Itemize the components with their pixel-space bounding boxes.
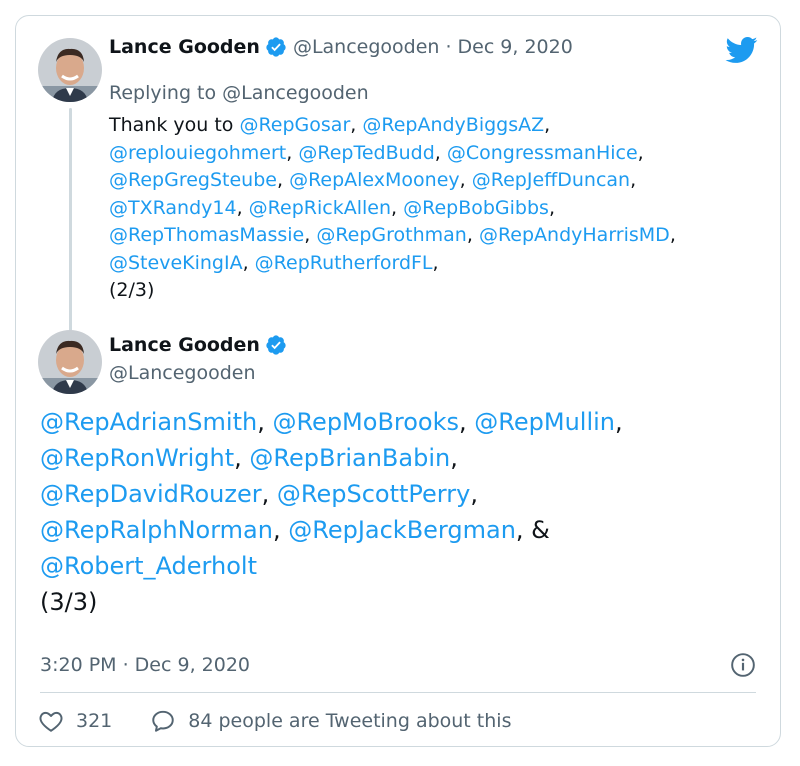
text-segment: ,	[470, 480, 478, 508]
text-segment: ,	[450, 444, 458, 472]
tweet1-text: Thank you to @RepGosar, @RepAndyBiggsAZ,…	[109, 112, 769, 305]
tweet2-header: Lance Gooden	[109, 334, 287, 356]
mention-link[interactable]: @RepAndyBiggsAZ	[362, 114, 544, 136]
mention-link[interactable]: @RepJackBergman	[288, 516, 516, 544]
tweet-date[interactable]: Dec 9, 2020	[458, 36, 573, 58]
text-line: @RepGregSteube, @RepAlexMooney, @RepJeff…	[109, 167, 769, 195]
text-segment: ,	[432, 251, 439, 274]
replying-prefix: Replying to	[109, 82, 223, 104]
mention-link[interactable]: @RepRutherfordFL	[255, 252, 433, 274]
text-segment: (2/3)	[109, 279, 155, 301]
mention-link[interactable]: @SteveKingIA	[109, 252, 243, 274]
text-line: @RepRalphNorman, @RepJackBergman, &	[40, 512, 760, 548]
text-segment: ,	[630, 169, 637, 191]
thread-connector-line	[69, 108, 72, 332]
text-segment: ,	[434, 141, 447, 164]
text-line: @SteveKingIA, @RepRutherfordFL,	[109, 250, 769, 278]
text-segment: , &	[515, 516, 550, 544]
text-line: @RepDavidRouzer, @RepScottPerry,	[40, 476, 760, 512]
conversation-action[interactable]: 84 people are Tweeting about this	[150, 708, 511, 734]
text-segment: ,	[615, 408, 623, 436]
mention-link[interactable]: @RepDavidRouzer	[40, 480, 262, 508]
separator-dot: ·	[445, 36, 452, 58]
tweet1-header: Lance Gooden @Lancegooden · Dec 9, 2020	[109, 36, 573, 58]
handle[interactable]: @Lancegooden	[293, 36, 440, 58]
text-segment: ,	[234, 444, 250, 472]
twitter-bird-icon[interactable]	[724, 36, 758, 64]
mention-link[interactable]: @RepBobGibbs	[403, 197, 549, 219]
text-segment: Thank you to	[109, 114, 240, 136]
handle[interactable]: @Lancegooden	[109, 362, 256, 384]
text-segment: ,	[548, 196, 555, 219]
text-line: @RepAdrianSmith, @RepMoBrooks, @RepMulli…	[40, 404, 760, 440]
info-icon[interactable]	[730, 652, 756, 678]
text-segment: ,	[637, 141, 644, 164]
heart-icon[interactable]	[38, 708, 64, 734]
mention-link[interactable]: @replouiegohmert	[109, 142, 286, 164]
text-segment: ,	[236, 196, 249, 219]
avatar[interactable]	[38, 38, 102, 102]
mention-link[interactable]: @RepAndyHarrisMD	[479, 224, 670, 246]
text-line: @TXRandy14, @RepRickAllen, @RepBobGibbs,	[109, 195, 769, 223]
text-segment: ,	[466, 224, 479, 246]
mention-link[interactable]: @CongressmanHice	[447, 142, 638, 164]
text-segment: ,	[261, 480, 277, 508]
mention-link[interactable]: @RepRonWright	[40, 444, 234, 472]
mention-link[interactable]: @TXRandy14	[109, 197, 237, 219]
mention-link[interactable]: @RepBrianBabin	[249, 444, 450, 472]
mention-link[interactable]: @RepThomasMassie	[109, 224, 304, 246]
tweet-embed-card: Lance Gooden @Lancegooden · Dec 9, 2020 …	[15, 15, 781, 747]
mention-link[interactable]: @Robert_Aderholt	[40, 552, 257, 580]
mention-link[interactable]: @RepAdrianSmith	[40, 408, 257, 436]
display-name[interactable]: Lance Gooden	[109, 334, 260, 356]
divider	[40, 692, 756, 693]
mention-link[interactable]: @RepMullin	[474, 408, 615, 436]
text-segment: ,	[459, 408, 475, 436]
like-action[interactable]: 321	[38, 708, 112, 734]
text-segment: ,	[391, 196, 404, 219]
text-segment: ,	[304, 224, 317, 246]
text-line: @Robert_Aderholt	[40, 548, 760, 584]
mention-link[interactable]: @RepRickAllen	[249, 197, 391, 219]
tweet2-text: @RepAdrianSmith, @RepMoBrooks, @RepMulli…	[40, 404, 760, 620]
text-segment: ,	[669, 224, 676, 246]
text-segment: ,	[286, 141, 299, 164]
like-count: 321	[76, 710, 113, 732]
text-segment: ,	[242, 251, 255, 274]
mention-link[interactable]: @RepGrothman	[316, 224, 467, 246]
text-line: (2/3)	[109, 277, 769, 305]
text-line: (3/3)	[40, 584, 760, 620]
text-line: @RepThomasMassie, @RepGrothman, @RepAndy…	[109, 222, 769, 250]
mention-link[interactable]: @RepAlexMooney	[289, 169, 460, 191]
mention-link[interactable]: @RepRalphNorman	[40, 516, 273, 544]
verified-badge-icon	[265, 36, 287, 58]
mention-link[interactable]: @RepScottPerry	[277, 480, 470, 508]
text-segment: ,	[459, 169, 472, 191]
mention-link[interactable]: @RepMoBrooks	[272, 408, 459, 436]
tweet-timestamp[interactable]: 3:20 PM · Dec 9, 2020	[40, 654, 250, 676]
text-line: @RepRonWright, @RepBrianBabin,	[40, 440, 760, 476]
text-segment: ,	[350, 114, 363, 136]
replying-to: Replying to @Lancegooden	[109, 82, 369, 104]
mention-link[interactable]: @RepGosar	[239, 114, 350, 136]
tweet-actions: 321 84 people are Tweeting about this	[38, 708, 511, 734]
display-name[interactable]: Lance Gooden	[109, 36, 260, 58]
verified-badge-icon	[265, 334, 287, 356]
text-line: Thank you to @RepGosar, @RepAndyBiggsAZ,	[109, 112, 769, 140]
conversation-text[interactable]: 84 people are Tweeting about this	[188, 710, 511, 732]
mention-link[interactable]: @RepTedBudd	[298, 142, 434, 164]
text-segment: ,	[257, 408, 273, 436]
text-line: @replouiegohmert, @RepTedBudd, @Congress…	[109, 140, 769, 168]
mention-link[interactable]: @RepGregSteube	[109, 169, 277, 191]
mention-link[interactable]: @RepJeffDuncan	[472, 169, 630, 191]
text-segment: ,	[544, 114, 551, 136]
text-segment: ,	[276, 169, 290, 191]
reply-bubble-icon[interactable]	[150, 708, 176, 734]
text-segment: (3/3)	[40, 588, 98, 616]
text-segment: ,	[272, 516, 289, 544]
replying-to-link[interactable]: @Lancegooden	[222, 82, 369, 104]
avatar[interactable]	[38, 330, 102, 394]
